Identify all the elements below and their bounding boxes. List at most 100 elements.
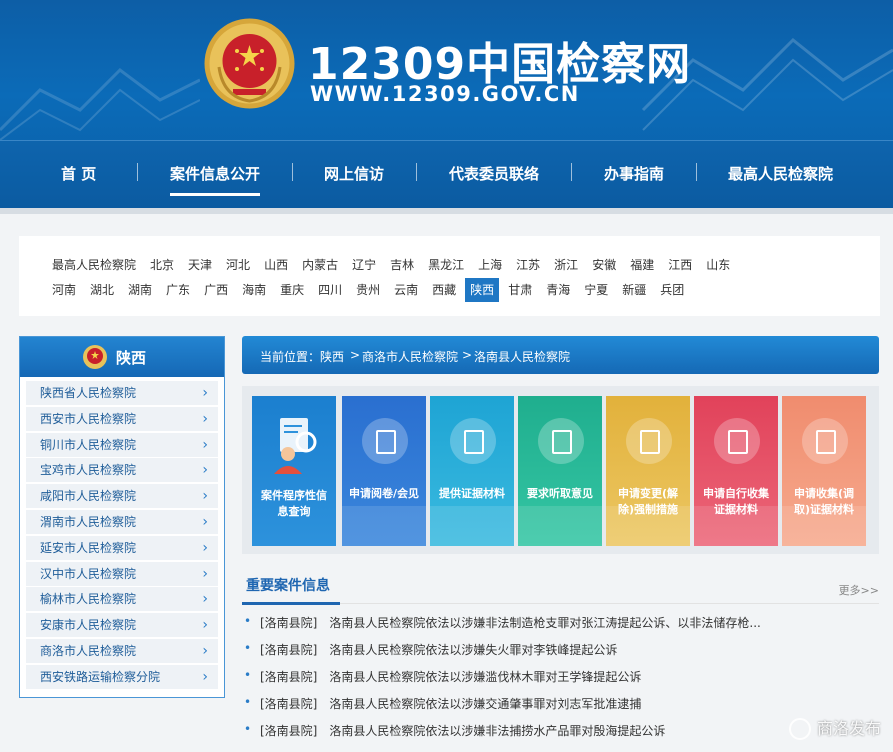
province-item[interactable]: 最高人民检察院 xyxy=(47,253,141,277)
sidebar-item[interactable]: 商洛市人民检察院 › xyxy=(26,638,218,663)
chevron-right-icon: › xyxy=(202,668,208,685)
nav-separator xyxy=(137,163,138,181)
nav-guide[interactable]: 办事指南 xyxy=(604,163,664,184)
province-item[interactable]: 黑龙江 xyxy=(423,253,469,277)
news-text: 洛南县人民检察院依法以涉嫌失火罪对李铁峰提起公诉 xyxy=(329,643,618,657)
tile-case-query[interactable]: 案件程序性信息查询 xyxy=(252,396,336,546)
province-item[interactable]: 江苏 xyxy=(511,253,545,277)
province-item[interactable]: 甘肃 xyxy=(503,278,537,302)
province-item[interactable]: 河北 xyxy=(221,253,255,277)
sidebar-item[interactable]: 西安铁路运输检察分院 › xyxy=(26,664,218,689)
tile-collect-retrieve[interactable]: 申请收集(调取)证据材料 xyxy=(782,396,866,546)
header-pattern-left xyxy=(0,68,200,141)
sidebar-item[interactable]: 安康市人民检察院 › xyxy=(26,613,218,638)
sidebar-item[interactable]: 西安市人民检察院 › xyxy=(26,406,218,431)
sidebar: 陕西 陕西省人民检察院 › 西安市人民检察院 › 铜川市人民检察院 › 宝鸡市人民检察… xyxy=(19,336,225,698)
province-item[interactable]: 山东 xyxy=(701,253,735,277)
nav-home[interactable]: 首 页 xyxy=(61,163,96,184)
province-item[interactable]: 重庆 xyxy=(275,278,309,302)
news-text: 洛南县人民检察院依法以涉嫌交通肇事罪对刘志军批准逮捕 xyxy=(329,697,642,711)
province-item[interactable]: 湖南 xyxy=(123,278,157,302)
sidebar-item-label: 汉中市人民检察院 xyxy=(40,566,137,581)
province-item[interactable]: 湖北 xyxy=(85,278,119,302)
site-header: 12309中国检察网 WWW.12309.GOV.CN 首 页 案件信息公开 网… xyxy=(0,0,893,212)
breadcrumb-separator: > xyxy=(462,348,473,362)
sidebar-item[interactable]: 咸阳市人民检察院 › xyxy=(26,484,218,509)
breadcrumb-separator: > xyxy=(350,348,361,362)
news-tag: [洛南县院] xyxy=(260,643,318,657)
province-item-active[interactable]: 陕西 xyxy=(465,278,500,302)
news-tag: [洛南县院] xyxy=(260,670,318,684)
province-selector: 最高人民检察院 北京 天津 河北 山西 内蒙古 辽宁 吉林 黑龙江 上海 江苏 浙江 安徽 福建 江西 山东 … xyxy=(19,236,880,316)
news-item[interactable]: [洛南县院] 洛南县人民检察院依法以涉嫌滥伐林木罪对王学锋提起公诉 xyxy=(242,668,879,695)
tile-decoration xyxy=(782,506,866,546)
province-item[interactable]: 山西 xyxy=(259,253,293,277)
province-item[interactable]: 河南 xyxy=(47,278,81,302)
tile-self-collect[interactable]: 申请自行收集证据材料 xyxy=(694,396,778,546)
sidebar-header: 陕西 xyxy=(20,337,224,377)
news-item[interactable]: [洛南县院] 洛南县人民检察院依法以涉嫌非法捕捞水产品罪对殷海提起公诉 xyxy=(242,722,879,749)
document-edit-icon xyxy=(362,418,408,464)
sidebar-item-label: 陕西省人民检察院 xyxy=(40,386,137,400)
breadcrumb-label: 当前位置： xyxy=(260,350,321,364)
sidebar-item[interactable]: 渭南市人民检察院 › xyxy=(26,509,218,534)
province-item[interactable]: 内蒙古 xyxy=(297,253,343,277)
province-item[interactable]: 福建 xyxy=(625,253,659,277)
sidebar-item[interactable]: 榆林市人民检察院 › xyxy=(26,587,218,612)
nav-supreme-procuratorate[interactable]: 最高人民检察院 xyxy=(728,163,833,184)
province-item[interactable]: 海南 xyxy=(237,278,271,302)
breadcrumb-item[interactable]: 商洛市人民检察院 xyxy=(362,348,458,365)
province-item[interactable]: 安徽 xyxy=(587,253,621,277)
province-item[interactable]: 青海 xyxy=(541,278,575,302)
province-item[interactable]: 辽宁 xyxy=(347,253,381,277)
province-item[interactable]: 上海 xyxy=(473,253,507,277)
news-item[interactable]: [洛南县院] 洛南县人民检察院依法以涉嫌失火罪对李铁峰提起公诉 xyxy=(242,641,879,668)
sidebar-item[interactable]: 铜川市人民检察院 › xyxy=(26,432,218,457)
province-item[interactable]: 贵州 xyxy=(351,278,385,302)
nav-petition[interactable]: 网上信访 xyxy=(324,163,384,184)
person-search-icon xyxy=(274,418,317,474)
sidebar-item-label: 渭南市人民检察院 xyxy=(40,514,137,529)
news-tag: [洛南县院] xyxy=(260,616,318,630)
province-item[interactable]: 浙江 xyxy=(549,253,583,277)
watermark: 商洛发布 xyxy=(788,715,881,740)
tile-decoration xyxy=(606,506,690,546)
tile-provide-evidence[interactable]: 提供证据材料 xyxy=(430,396,514,546)
province-item[interactable]: 天津 xyxy=(183,253,217,277)
province-item[interactable]: 云南 xyxy=(389,278,423,302)
chevron-right-icon: › xyxy=(202,591,208,608)
province-item[interactable]: 四川 xyxy=(313,278,347,302)
news-header: 重要案件信息 更多>> xyxy=(242,572,879,605)
tile-request-hearing[interactable]: 要求听取意见 xyxy=(518,396,602,546)
news-item[interactable]: [洛南县院] 洛南县人民检察院依法以涉嫌交通肇事罪对刘志军批准逮捕 xyxy=(242,695,879,722)
sidebar-item[interactable]: 延安市人民检察院 › xyxy=(26,535,218,560)
province-item[interactable]: 广东 xyxy=(161,278,195,302)
more-link[interactable]: 更多>> xyxy=(839,582,879,598)
sidebar-item[interactable]: 汉中市人民检察院 › xyxy=(26,561,218,586)
province-item[interactable]: 宁夏 xyxy=(579,278,613,302)
news-text: 洛南县人民检察院依法以涉嫌滥伐林木罪对王学锋提起公诉 xyxy=(329,670,642,684)
province-item[interactable]: 西藏 xyxy=(427,278,461,302)
province-item[interactable]: 北京 xyxy=(145,253,179,277)
clipboard-icon xyxy=(714,418,760,464)
sidebar-item[interactable]: 陕西省人民检察院 › xyxy=(26,381,218,405)
breadcrumb-item[interactable]: 陕西 xyxy=(320,348,344,365)
province-row-2: 河南 湖北 湖南 广东 广西 海南 重庆 四川 贵州 云南 西藏 陕西 甘肃 青海 宁夏 新疆 兵团 xyxy=(47,278,693,302)
sidebar-item[interactable]: 宝鸡市人民检察院 › xyxy=(26,458,218,483)
province-item[interactable]: 江西 xyxy=(663,253,697,277)
service-tiles: 案件程序性信息查询 申请阅卷/会见 提供证据材料 要求听取意见 申请变更(解除)… xyxy=(242,386,879,554)
link-icon xyxy=(626,418,672,464)
nav-case-info[interactable]: 案件信息公开 xyxy=(170,163,261,196)
tile-change-measures[interactable]: 申请变更(解除)强制措施 xyxy=(606,396,690,546)
sidebar-item-label: 咸阳市人民检察院 xyxy=(40,489,137,504)
tile-apply-review[interactable]: 申请阅卷/会见 xyxy=(342,396,426,546)
news-item[interactable]: [洛南县院] 洛南县人民检察院依法以涉嫌非法制造枪支罪对张江涛提起公诉、以非法储存… xyxy=(242,614,879,641)
nav-delegate-contact[interactable]: 代表委员联络 xyxy=(449,163,539,184)
nav-separator xyxy=(292,163,293,181)
province-item[interactable]: 新疆 xyxy=(617,278,651,302)
province-item[interactable]: 吉林 xyxy=(385,253,419,277)
province-item[interactable]: 广西 xyxy=(199,278,233,302)
province-item[interactable]: 兵团 xyxy=(655,278,689,302)
news-tag: [洛南县院] xyxy=(260,724,318,738)
breadcrumb-item[interactable]: 洛南县人民检察院 xyxy=(474,348,570,365)
